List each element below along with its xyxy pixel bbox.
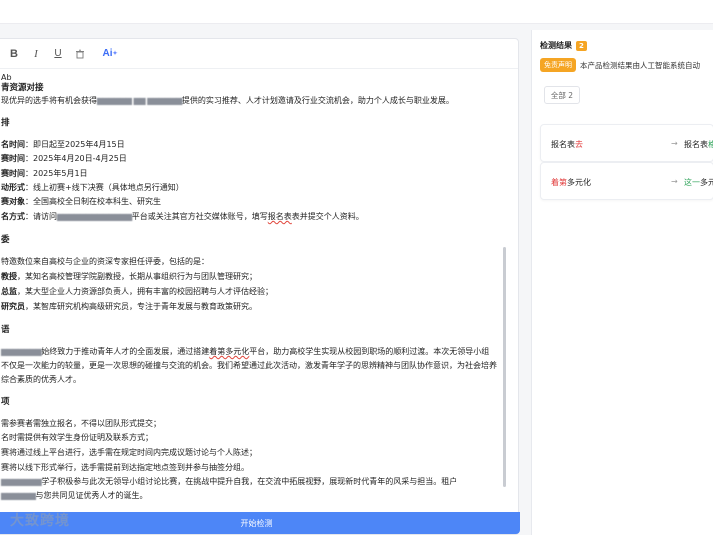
section-heading: 项 [1, 397, 10, 407]
note-line: 名时需提供有效学生身份证明及联系方式； [1, 433, 153, 442]
schedule-value: ：即日起至2025年4月15日 [25, 140, 125, 149]
redacted-text: ▆▆▆▆▆▆▆▆▆▆▆▆▆ [57, 212, 132, 221]
redacted-text: ▆▆▆▆▆▆▆ [1, 347, 42, 356]
result-card[interactable]: 着第多元化 → 这一多元 [540, 162, 713, 200]
paragraph: ▆▆▆▆▆▆▆始终致力于推动青年人才的全面发展，通过搭建着第多元化平台，助力高校… [1, 347, 489, 357]
text: 多元 [700, 178, 713, 187]
schedule-value: ：线上初赛+线下决赛（具体地点另行通知） [25, 183, 184, 192]
schedule-line: 赛时间：2025年4月20日-4月25日 [1, 154, 127, 164]
note-line: 需参赛者需独立报名，不得以团队形式提交； [1, 419, 161, 428]
results-count-badge: 2 [576, 40, 587, 51]
fix-text: 这一 [684, 178, 700, 187]
result-original: 报名表去 [551, 139, 583, 150]
result-suggestion: 报名表格 [684, 139, 713, 150]
flagged-error[interactable]: 报名表 [268, 212, 292, 221]
arrow-right-icon: → [671, 177, 678, 186]
redacted-text: ▆▆▆▆▆▆▆ [1, 477, 42, 486]
disclaimer-notice: 免责声明 本产品检测结果由人工智能系统自动 [540, 58, 700, 72]
editor-scrollbar[interactable] [503, 247, 506, 487]
error-text: 去 [575, 140, 583, 149]
arrow-right-icon: → [671, 139, 678, 148]
text: ：请访问 [25, 212, 57, 221]
judge-line: 研究员，某智库研究机构高级研究员，专注于青年发展与教育政策研究。 [1, 302, 257, 312]
text: 表并提交个人资料。 [291, 212, 364, 221]
paragraph: ▆▆▆▆▆▆▆学子积极参与此次无领导小组讨论比赛，在挑战中提升自我，在交流中拓展… [1, 477, 457, 487]
schedule-line: 动形式：线上初赛+线下决赛（具体地点另行通知） [1, 183, 184, 193]
text: 提供的实习推荐、人才计划邀请及行业交流机会，助力个人成长与职业发展。 [181, 96, 454, 105]
disclaimer-text: 本产品检测结果由人工智能系统自动 [580, 60, 700, 70]
ai-assist-button[interactable]: Ai ✦ [99, 43, 121, 65]
judge-value: ，某知名高校管理学院副教授，长期从事组织行为与团队管理研究； [17, 272, 257, 281]
trash-icon-glyph [76, 49, 84, 58]
result-suggestion: 这一多元 [684, 177, 713, 188]
text: 始终致力于推动青年人才的全面发展，通过搭建 [41, 347, 210, 356]
results-panel: 检测结果 2 免责声明 本产品检测结果由人工智能系统自动 全部 2 报名表去 →… [531, 30, 713, 535]
schedule-label: 名时间 [1, 140, 25, 149]
flagged-error[interactable]: 着第多元化 [209, 347, 249, 356]
redacted-text: ▆▆▆▆▆▆ ▆▆ ▆▆▆▆▆▆ [97, 96, 182, 105]
doc-tiny-label: Ab [1, 73, 12, 82]
note-line: 赛将通过线上平台进行，选手需在规定时间内完成议题讨论与个人陈述； [1, 448, 257, 457]
top-bar [0, 0, 713, 24]
italic-button[interactable]: I [25, 43, 47, 65]
paragraph: 综合素质的优秀人才。 [1, 375, 81, 384]
bold-button[interactable]: B [3, 43, 25, 65]
judge-label: 研究员 [1, 302, 25, 311]
judge-line: 总监，某大型企业人力资源部负责人，拥有丰富的校园招聘与人才评估经验； [1, 287, 273, 297]
paragraph: 不仅是一次能力的较量，更是一次思想的碰撞与交流的机会。我们希望通过此次活动，激发… [1, 361, 497, 370]
paragraph: ▆▆▆▆▆▆与您共同见证优秀人才的诞生。 [1, 491, 148, 501]
results-header: 检测结果 2 [540, 40, 587, 51]
schedule-line: 名时间：即日起至2025年4月15日 [1, 140, 125, 150]
filter-tab-all[interactable]: 全部 2 [544, 86, 580, 104]
schedule-label: 名方式 [1, 212, 25, 221]
editor-toolbar: B I U Ai ✦ [0, 39, 518, 69]
paragraph: 特邀数位来自高校与企业的资深专家担任评委，包括的是： [1, 257, 209, 266]
judge-label: 总监 [1, 287, 17, 296]
paragraph: 现优异的选手将有机会获得▆▆▆▆▆▆ ▆▆ ▆▆▆▆▆▆提供的实习推荐、人才计划… [1, 96, 454, 106]
disclaimer-tag[interactable]: 免责声明 [540, 58, 576, 72]
schedule-value: ：2025年4月20日-4月25日 [25, 154, 127, 163]
result-original: 着第多元化 [551, 177, 591, 188]
text: 现优异的选手将有机会获得 [1, 96, 97, 105]
schedule-line: 赛时间：2025年5月1日 [1, 169, 88, 179]
judge-label: 教授 [1, 272, 17, 281]
result-card[interactable]: 报名表去 → 报名表格 [540, 124, 713, 162]
underline-button[interactable]: U [47, 43, 69, 65]
schedule-line: 名方式：请访问▆▆▆▆▆▆▆▆▆▆▆▆▆平台或关注其官方社交媒体账号，填写报名表… [1, 212, 364, 222]
schedule-label: 赛时间 [1, 169, 25, 178]
start-detect-button[interactable]: 开始检测 [0, 512, 520, 534]
document-body[interactable]: Ab 青资源对接 现优异的选手将有机会获得▆▆▆▆▆▆ ▆▆ ▆▆▆▆▆▆提供的… [0, 69, 505, 514]
text: 平台，助力高校学生实现从校园到职场的顺利过渡。本次无领导小组 [249, 347, 490, 356]
judge-value: ，某智库研究机构高级研究员，专注于青年发展与教育政策研究。 [25, 302, 257, 311]
text: 学子积极参与此次无领导小组讨论比赛，在挑战中提升自我，在交流中拓展视野，展现新时… [41, 477, 458, 486]
fix-text: 格 [708, 140, 713, 149]
schedule-label: 赛对象 [1, 197, 25, 206]
text: 与您共同见证优秀人才的诞生。 [35, 491, 148, 500]
schedule-line: 赛对象：全国高校全日制在校本科生、研究生 [1, 197, 161, 207]
section-heading: 委 [1, 235, 10, 245]
text: 报名表 [551, 140, 575, 149]
redacted-text: ▆▆▆▆▆▆ [1, 491, 36, 500]
text: 平台或关注其官方社交媒体账号，填写 [131, 212, 268, 221]
schedule-label: 赛时间 [1, 154, 25, 163]
section-heading: 语 [1, 325, 10, 335]
ai-label: Ai [102, 48, 113, 59]
schedule-value: ：全国高校全日制在校本科生、研究生 [25, 197, 161, 206]
results-title: 检测结果 [540, 41, 572, 50]
sparkle-icon: ✦ [112, 51, 118, 57]
text: 多元化 [567, 178, 591, 187]
editor-panel: B I U Ai ✦ Ab 青资源对接 现优异的选手将有机会获得▆▆▆▆▆▆ ▆▆… [0, 38, 520, 535]
schedule-label: 动形式 [1, 183, 25, 192]
note-line: 赛将以线下形式举行，选手需提前到达指定地点签到并参与抽签分组。 [1, 463, 249, 472]
schedule-value: ：2025年5月1日 [25, 169, 88, 178]
watermark: 大致跨境 [10, 513, 70, 529]
section-heading: 青资源对接 [1, 83, 44, 93]
error-text: 着第 [551, 178, 567, 187]
section-heading: 排 [1, 118, 10, 128]
judge-line: 教授，某知名高校管理学院副教授，长期从事组织行为与团队管理研究； [1, 272, 257, 282]
trash-icon[interactable] [69, 43, 91, 65]
text: 报名表 [684, 140, 708, 149]
judge-value: ，某大型企业人力资源部负责人，拥有丰富的校园招聘与人才评估经验； [17, 287, 273, 296]
